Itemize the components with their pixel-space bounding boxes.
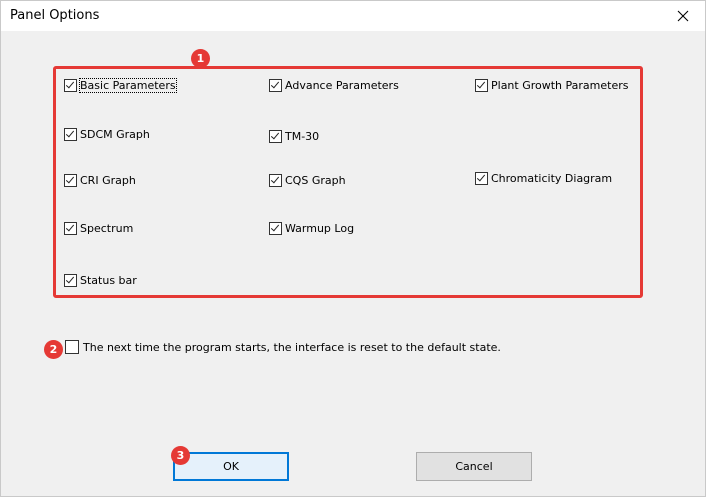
- checkbox-box[interactable]: [64, 274, 77, 287]
- checkbox-label: CRI Graph: [80, 174, 136, 187]
- checkbox-box[interactable]: [269, 130, 282, 143]
- title-bar: Panel Options: [1, 1, 705, 31]
- close-button[interactable]: [661, 1, 705, 31]
- checkbox-box[interactable]: [65, 340, 79, 354]
- checkbox-box[interactable]: [64, 79, 77, 92]
- checkbox-cqs-graph[interactable]: CQS Graph: [269, 174, 346, 187]
- annotation-badge-1: 1: [191, 49, 210, 68]
- checkbox-label: Spectrum: [80, 222, 134, 235]
- checkbox-label: TM-30: [285, 130, 320, 143]
- checkbox-label: Status bar: [80, 274, 137, 287]
- cancel-button[interactable]: Cancel: [416, 452, 532, 481]
- checkbox-spectrum[interactable]: Spectrum: [64, 222, 133, 235]
- checkbox-label: Plant Growth Parameters: [491, 79, 629, 92]
- checkbox-label: The next time the program starts, the in…: [83, 340, 501, 354]
- checkbox-advance-parameters[interactable]: Advance Parameters: [269, 79, 399, 92]
- checkbox-box[interactable]: [64, 222, 77, 235]
- checkbox-status-bar[interactable]: Status bar: [64, 274, 137, 287]
- checkbox-sdcm-graph[interactable]: SDCM Graph: [64, 128, 150, 141]
- checkbox-label: Chromaticity Diagram: [491, 172, 613, 185]
- checkbox-label: Warmup Log: [285, 222, 355, 235]
- checkbox-box[interactable]: [269, 174, 282, 187]
- panel-options-dialog: Panel Options 1 Basic Parameters SDCM Gr…: [0, 0, 706, 497]
- checkbox-box[interactable]: [269, 222, 282, 235]
- annotation-badge-2: 2: [44, 340, 63, 359]
- checkbox-label: Basic Parameters: [79, 78, 177, 93]
- checkbox-label: Advance Parameters: [285, 79, 399, 92]
- close-icon: [677, 10, 689, 22]
- checkbox-basic-parameters[interactable]: Basic Parameters: [64, 78, 177, 93]
- checkbox-box[interactable]: [64, 174, 77, 187]
- checkbox-label: CQS Graph: [285, 174, 346, 187]
- checkbox-warmup-log[interactable]: Warmup Log: [269, 222, 354, 235]
- dialog-title: Panel Options: [10, 8, 100, 23]
- checkbox-tm-30[interactable]: TM-30: [269, 130, 319, 143]
- ok-button[interactable]: OK: [173, 452, 289, 481]
- checkbox-box[interactable]: [64, 128, 77, 141]
- checkbox-label: SDCM Graph: [80, 128, 150, 141]
- checkbox-reset-interface[interactable]: The next time the program starts, the in…: [65, 340, 501, 354]
- checkbox-cri-graph[interactable]: CRI Graph: [64, 174, 136, 187]
- checkbox-box[interactable]: [475, 79, 488, 92]
- checkbox-plant-growth-parameters[interactable]: Plant Growth Parameters: [475, 79, 628, 92]
- checkbox-box[interactable]: [269, 79, 282, 92]
- checkbox-chromaticity-diagram[interactable]: Chromaticity Diagram: [475, 172, 612, 185]
- annotation-badge-3: 3: [171, 446, 190, 465]
- checkbox-box[interactable]: [475, 172, 488, 185]
